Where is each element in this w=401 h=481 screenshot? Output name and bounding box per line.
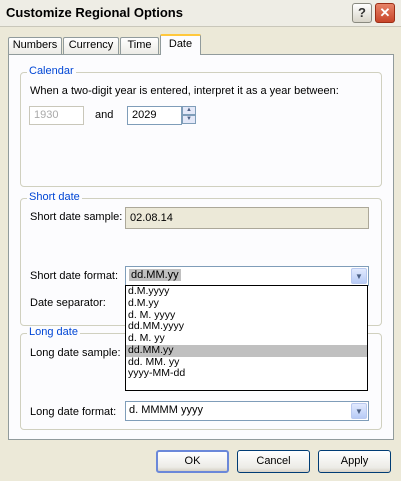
dropdown-option[interactable]: d. M. yy	[126, 332, 367, 345]
ok-button[interactable]: OK	[156, 450, 229, 473]
short-date-format-label: Short date format:	[30, 270, 119, 282]
apply-button[interactable]: Apply	[318, 450, 391, 473]
spinner-up-icon[interactable]: ▲	[182, 106, 196, 115]
short-date-format-value: dd.MM.yy	[129, 269, 181, 281]
two-digit-year-description: When a two-digit year is entered, interp…	[30, 85, 339, 97]
dropdown-option[interactable]: d.M.yy	[126, 297, 367, 310]
tab-numbers[interactable]: Numbers	[8, 37, 62, 54]
date-separator-label: Date separator:	[30, 297, 106, 309]
long-date-sample-label: Long date sample:	[30, 347, 121, 359]
cancel-button[interactable]: Cancel	[237, 450, 310, 473]
short-date-format-combo[interactable]: dd.MM.yy ▼	[125, 266, 369, 286]
spinner-down-icon[interactable]: ▼	[182, 115, 196, 124]
dropdown-option-selected[interactable]: dd.MM.yy	[126, 344, 367, 357]
year-to-field[interactable]: 2029	[127, 106, 182, 125]
long-date-format-combo[interactable]: d. MMMM yyyy ▼	[125, 401, 369, 421]
chevron-down-icon[interactable]: ▼	[351, 403, 367, 419]
tab-time[interactable]: Time	[120, 37, 159, 54]
and-label: and	[95, 109, 114, 121]
help-button[interactable]: ?	[352, 3, 372, 23]
chevron-down-icon[interactable]: ▼	[351, 268, 367, 284]
window-title: Customize Regional Options	[6, 5, 183, 20]
short-date-sample-field: 02.08.14	[125, 207, 369, 229]
year-from-field: 1930	[29, 106, 84, 125]
year-spinner[interactable]: ▲ ▼	[182, 106, 196, 125]
long-date-group-title: Long date	[27, 326, 80, 338]
short-date-sample-label: Short date sample:	[30, 211, 123, 223]
dropdown-option[interactable]: d.M.yyyy	[126, 285, 367, 298]
short-date-format-dropdown-list[interactable]: d.M.yyyy d.M.yy d. M. yyyy dd.MM.yyyy d.…	[125, 285, 368, 391]
long-date-format-label: Long date format:	[30, 406, 117, 418]
title-bar: Customize Regional Options ? ✕	[0, 0, 401, 27]
dropdown-option[interactable]: yyyy-MM-dd	[126, 367, 367, 380]
short-date-group-title: Short date	[27, 191, 82, 203]
close-button[interactable]: ✕	[375, 3, 395, 23]
tab-currency[interactable]: Currency	[63, 37, 119, 54]
tab-date[interactable]: Date	[160, 34, 201, 55]
long-date-format-value: d. MMMM yyyy	[129, 404, 203, 416]
calendar-group-title: Calendar	[27, 65, 76, 77]
